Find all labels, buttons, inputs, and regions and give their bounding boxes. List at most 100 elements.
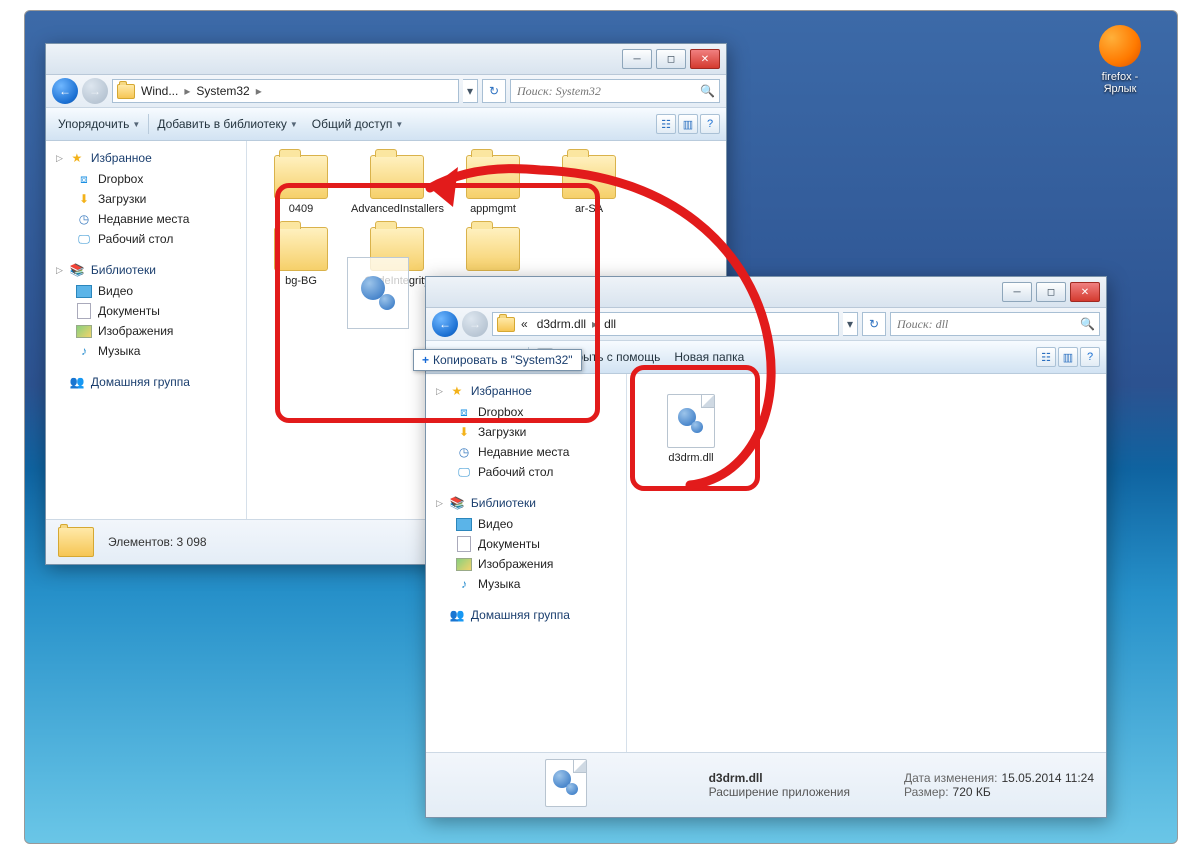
view-options-button[interactable]: ☷ [656, 114, 676, 134]
content-pane[interactable]: d3drm.dll [627, 374, 1106, 752]
nav-forward-button[interactable]: → [82, 78, 108, 104]
crumb-1[interactable]: dll [601, 316, 619, 332]
refresh-button[interactable]: ↻ [862, 312, 886, 336]
address-dropdown[interactable]: ▾ [843, 312, 858, 336]
minimize-button[interactable]: ─ [622, 49, 652, 69]
sidebar-libraries[interactable]: ▷📚Библиотеки [426, 492, 626, 514]
star-icon: ★ [69, 150, 85, 166]
video-icon [76, 285, 92, 298]
details-filename: d3drm.dll [709, 771, 763, 785]
sidebar-item-documents[interactable]: Документы [426, 534, 626, 554]
maximize-button[interactable]: ◻ [656, 49, 686, 69]
folder-icon [466, 155, 520, 199]
folder-item[interactable]: appmgmt [445, 151, 541, 219]
crumb-prefix: « [518, 316, 531, 332]
details-modified: 15.05.2014 11:24 [1001, 771, 1094, 785]
sidebar-item-music[interactable]: ♪Музыка [46, 341, 246, 361]
desktop-shortcut-label: firefox - Ярлык [1085, 71, 1155, 95]
folder-label: 0409 [255, 203, 347, 215]
folder-icon [117, 84, 135, 99]
sidebar-favorites[interactable]: ▷★Избранное [426, 380, 626, 402]
sidebar-item-video[interactable]: Видео [46, 281, 246, 301]
sidebar-item-desktop[interactable]: 🖵Рабочий стол [426, 462, 626, 482]
folder-item[interactable]: 0409 [253, 151, 349, 219]
sidebar-item-pictures[interactable]: Изображения [426, 554, 626, 574]
sidebar-item-downloads[interactable]: ⬇Загрузки [426, 422, 626, 442]
help-button[interactable]: ? [700, 114, 720, 134]
plus-icon: + [422, 353, 429, 367]
status-text: Элементов: 3 098 [108, 535, 207, 549]
sidebar-homegroup[interactable]: ▷👥Домашняя группа [46, 371, 246, 393]
sidebar-item-desktop[interactable]: 🖵Рабочий стол [46, 229, 246, 249]
folder-icon [274, 155, 328, 199]
search-icon: 🔍 [700, 84, 715, 98]
details-filetype: Расширение приложения [709, 785, 850, 799]
toolbar-share[interactable]: Общий доступ▼ [306, 114, 410, 134]
search-box[interactable]: 🔍 [510, 79, 720, 103]
toolbar-new-folder[interactable]: Новая папка [668, 347, 750, 367]
file-item-d3drm[interactable]: d3drm.dll [643, 390, 739, 468]
address-bar: ← → « d3drm.dll ▸ dll ▾ ↻ 🔍 [426, 308, 1106, 341]
sidebar-homegroup[interactable]: ▷👥Домашняя группа [426, 604, 626, 626]
sidebar-item-dropbox[interactable]: ⧈Dropbox [426, 402, 626, 422]
address-bar: ← → Wind... ▸ System32 ▸ ▾ ↻ 🔍 [46, 75, 726, 108]
maximize-button[interactable]: ◻ [1036, 282, 1066, 302]
firefox-icon [1099, 25, 1141, 67]
sidebar-item-pictures[interactable]: Изображения [46, 321, 246, 341]
preview-pane-button[interactable]: ▥ [1058, 347, 1078, 367]
sidebar-item-dropbox[interactable]: ⧈Dropbox [46, 169, 246, 189]
sidebar-item-recent[interactable]: ◷Недавние места [426, 442, 626, 462]
view-options-button[interactable]: ☷ [1036, 347, 1056, 367]
sidebar-item-music[interactable]: ♪Музыка [426, 574, 626, 594]
drag-tooltip-text: Копировать в "System32" [433, 353, 573, 367]
titlebar[interactable]: ─ ◻ ✕ [426, 277, 1106, 308]
breadcrumb[interactable]: Wind... ▸ System32 ▸ [112, 79, 459, 103]
toolbar-add-library[interactable]: Добавить в библиотеку▼ [151, 114, 303, 134]
folder-icon [466, 227, 520, 271]
homegroup-icon: 👥 [449, 607, 465, 623]
search-icon: 🔍 [1080, 317, 1095, 331]
chevron-right-icon: ▸ [256, 84, 262, 98]
toolbar: Упорядочить▼ Добавить в библиотеку▼ Общи… [46, 108, 726, 141]
titlebar[interactable]: ─ ◻ ✕ [46, 44, 726, 75]
document-icon [77, 303, 91, 319]
folder-item[interactable]: AdvancedInstallers [349, 151, 445, 219]
folder-icon [274, 227, 328, 271]
refresh-button[interactable]: ↻ [482, 79, 506, 103]
search-box[interactable]: 🔍 [890, 312, 1100, 336]
address-dropdown[interactable]: ▾ [463, 79, 478, 103]
details-size: 720 КБ [953, 785, 991, 799]
crumb-1[interactable]: System32 [193, 83, 252, 99]
breadcrumb[interactable]: « d3drm.dll ▸ dll [492, 312, 839, 336]
video-icon [456, 518, 472, 531]
sidebar-favorites[interactable]: ▷★Избранное [46, 147, 246, 169]
help-button[interactable]: ? [1080, 347, 1100, 367]
folder-icon [370, 155, 424, 199]
folder-label: ar-SA [543, 203, 635, 215]
nav-back-button[interactable]: ← [52, 78, 78, 104]
preview-pane-button[interactable]: ▥ [678, 114, 698, 134]
sidebar-item-video[interactable]: Видео [426, 514, 626, 534]
folder-item[interactable]: bg-BG [253, 223, 349, 291]
nav-forward-button[interactable]: → [462, 311, 488, 337]
close-button[interactable]: ✕ [1070, 282, 1100, 302]
music-icon: ♪ [456, 576, 472, 592]
dropbox-icon: ⧈ [456, 404, 472, 420]
crumb-0[interactable]: Wind... [138, 83, 181, 99]
toolbar-organize[interactable]: Упорядочить▼ [52, 114, 146, 134]
crumb-0[interactable]: d3drm.dll [534, 316, 589, 332]
details-pane: d3drm.dll Расширение приложения Дата изм… [426, 752, 1106, 817]
minimize-button[interactable]: ─ [1002, 282, 1032, 302]
chevron-right-icon: ▸ [184, 84, 190, 98]
search-input[interactable] [515, 83, 696, 100]
libraries-icon: 📚 [69, 262, 85, 278]
sidebar-item-documents[interactable]: Документы [46, 301, 246, 321]
folder-item[interactable]: ar-SA [541, 151, 637, 219]
search-input[interactable] [895, 316, 1076, 333]
sidebar-libraries[interactable]: ▷📚Библиотеки [46, 259, 246, 281]
sidebar-item-downloads[interactable]: ⬇Загрузки [46, 189, 246, 209]
sidebar-item-recent[interactable]: ◷Недавние места [46, 209, 246, 229]
nav-back-button[interactable]: ← [432, 311, 458, 337]
desktop-shortcut-firefox[interactable]: firefox - Ярлык [1085, 25, 1155, 95]
close-button[interactable]: ✕ [690, 49, 720, 69]
